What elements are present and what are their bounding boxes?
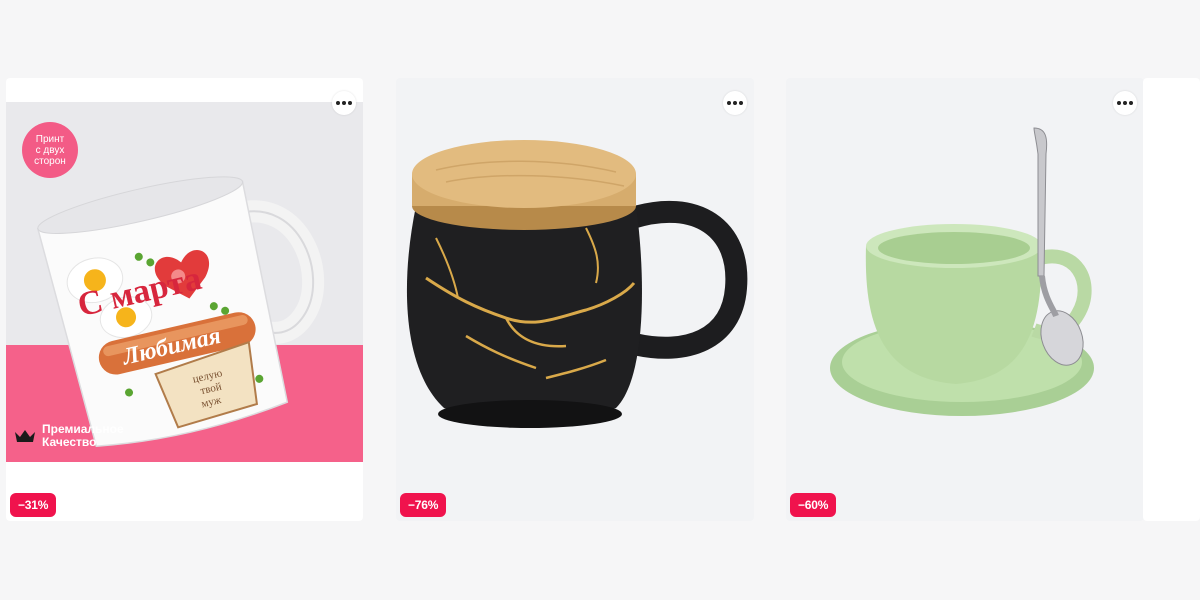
more-options-button[interactable] bbox=[1113, 91, 1137, 115]
more-options-icon bbox=[336, 101, 352, 105]
more-options-button[interactable] bbox=[332, 91, 356, 115]
product-image-green-cup-saucer bbox=[830, 127, 1094, 416]
product-card-black-marble-mug[interactable]: −76% bbox=[396, 78, 754, 521]
more-options-icon bbox=[727, 101, 743, 105]
print-both-sides-badge: Принт с двух сторон bbox=[22, 122, 78, 178]
discount-badge: −60% bbox=[790, 493, 837, 517]
premium-line-2: Качество bbox=[42, 435, 97, 449]
more-options-button[interactable] bbox=[723, 91, 747, 115]
discount-badge: −76% bbox=[400, 493, 447, 517]
crown-icon bbox=[15, 430, 35, 442]
premium-quality-label: Премиальное Качество bbox=[14, 423, 124, 449]
print-badge-line-2: с двух bbox=[35, 144, 65, 156]
discount-badge: −31% bbox=[10, 493, 57, 517]
product-card-mug-march-8[interactable]: С марта Любимая целую твой муж Принт с д… bbox=[6, 78, 363, 521]
print-badge-line-3: сторон bbox=[34, 155, 66, 167]
more-options-icon bbox=[1117, 101, 1133, 105]
product-image-black-marble-mug bbox=[406, 140, 748, 428]
product-card-green-cup-saucer[interactable]: −60% bbox=[786, 78, 1144, 521]
print-badge-line-1: Принт bbox=[35, 133, 65, 145]
product-grid-page: { "products": [ { "name": "mug-march-8",… bbox=[0, 0, 1200, 600]
product-card-partial[interactable] bbox=[1143, 78, 1200, 521]
